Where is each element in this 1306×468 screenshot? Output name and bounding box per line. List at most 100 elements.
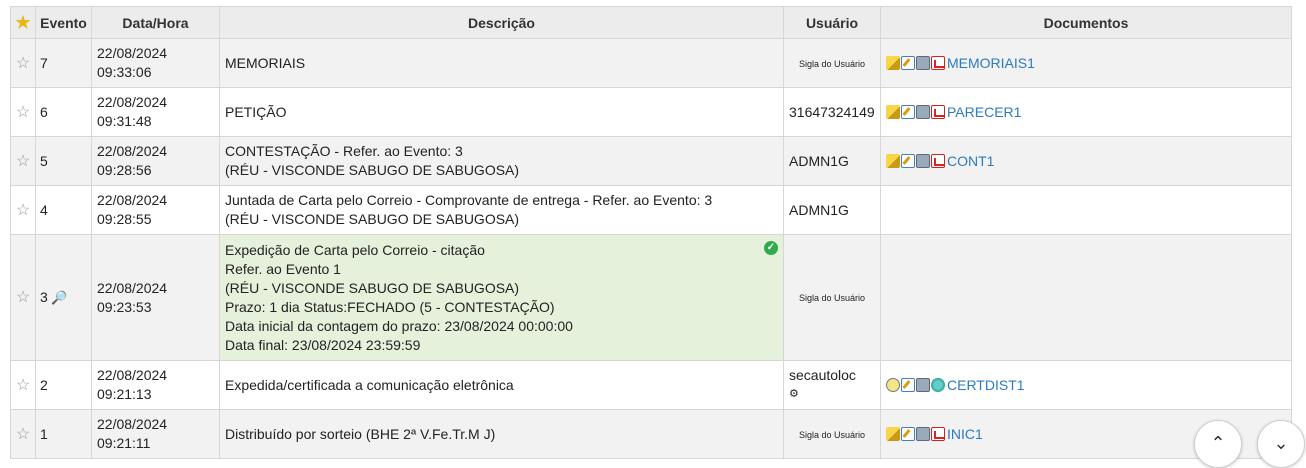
star-icon[interactable]: ★ [15, 13, 30, 32]
usuario-value: Sigla do Usuário [798, 429, 866, 440]
document-link[interactable]: PARECER1 [947, 104, 1021, 120]
print-icon[interactable] [916, 104, 930, 119]
description-line: (RÉU - VISCONDE SABUGO DE SABUGOSA) [225, 279, 520, 296]
cell-evento: 2 [35, 360, 92, 410]
evento-number: 3 [40, 289, 48, 305]
document-link[interactable]: MEMORIAIS1 [947, 55, 1035, 71]
magnifier-icon[interactable]: 🔎 [48, 290, 67, 305]
events-table: ★ Evento Data/Hora Descrição Usuário Doc… [10, 6, 1292, 459]
cell-descricao: Expedição de Carta pelo Correio - citaçã… [219, 234, 784, 361]
check-circle-icon: ✓ [764, 241, 778, 255]
document-link[interactable]: CERTDIST1 [947, 377, 1025, 393]
bubble-icon[interactable] [886, 377, 900, 392]
event-date: 22/08/2024 [97, 279, 168, 296]
table-row: ☆ 2 22/08/2024 09:21:13 Expedida/certificada… [10, 360, 1292, 410]
event-time: 09:28:56 [97, 162, 152, 178]
evento-number: 4 [40, 201, 48, 218]
usuario-value: Sigla do Usuário [798, 293, 866, 303]
event-date: 22/08/2024 [97, 94, 168, 110]
row-star-cell: ☆ [10, 409, 36, 459]
evento-number: 2 [40, 376, 48, 393]
cell-datahora: 22/08/2024 09:31:48 [91, 87, 220, 137]
cell-usuario: Sigla do Usuário [783, 409, 881, 459]
edit-icon[interactable] [901, 153, 915, 168]
pencil-icon[interactable] [886, 426, 900, 441]
star-outline-icon[interactable]: ☆ [16, 202, 30, 219]
cell-evento: 7 [35, 38, 92, 88]
cell-datahora: 22/08/2024 09:33:06 [91, 38, 220, 88]
usuario-value: 31647324149 [789, 103, 875, 120]
pencil-icon[interactable] [886, 104, 900, 119]
row-star-cell: ☆ [10, 87, 36, 137]
row-star-cell: ☆ [10, 234, 36, 361]
cell-evento: 6 [35, 87, 92, 137]
star-outline-icon[interactable]: ☆ [16, 55, 30, 72]
star-outline-icon[interactable]: ☆ [16, 289, 30, 306]
pdf-icon[interactable] [931, 104, 945, 119]
evento-number: 5 [40, 152, 48, 169]
table-row: ☆ 7 22/08/2024 09:33:06 MEMORIAIS Sigla do Us… [10, 38, 1292, 88]
table-header: ★ Evento Data/Hora Descrição Usuário Doc… [10, 6, 1292, 39]
evento-number: 7 [40, 54, 48, 71]
cell-usuario: secautoloc ⚙ [783, 360, 881, 410]
header-evento[interactable]: Evento [35, 6, 92, 39]
pdf-icon[interactable] [931, 153, 945, 168]
header-descricao[interactable]: Descrição [219, 6, 784, 39]
usuario-value: Sigla do Usuário [798, 58, 866, 69]
cell-usuario: Sigla do Usuário [783, 38, 881, 88]
print-icon[interactable] [916, 377, 930, 392]
header-documentos[interactable]: Documentos [880, 6, 1292, 39]
cell-descricao: MEMORIAIS [219, 38, 784, 88]
table-row: ☆ 4 22/08/2024 09:28:55 Juntada de Carta pel… [10, 185, 1292, 235]
pencil-icon[interactable] [886, 153, 900, 168]
header-datahora[interactable]: Data/Hora [91, 6, 220, 39]
cell-documentos: CONT1 [880, 136, 1292, 186]
pdf-icon[interactable] [931, 426, 945, 441]
print-icon[interactable] [916, 55, 930, 70]
usuario-value: ADMN1G [789, 201, 849, 218]
star-outline-icon[interactable]: ☆ [16, 426, 30, 443]
cell-documentos [880, 185, 1292, 235]
star-outline-icon[interactable]: ☆ [16, 377, 30, 394]
cell-datahora: 22/08/2024 09:28:56 [91, 136, 220, 186]
edit-icon[interactable] [901, 104, 915, 119]
cell-documentos: MEMORIAIS1 [880, 38, 1292, 88]
header-usuario[interactable]: Usuário [783, 6, 881, 39]
cell-usuario: Sigla do Usuário [783, 234, 881, 361]
print-icon[interactable] [916, 426, 930, 441]
description-line: Data inicial da contagem do prazo: 23/08… [225, 317, 573, 334]
scroll-down-button[interactable]: ⌄ [1257, 420, 1305, 468]
row-star-cell: ☆ [10, 360, 36, 410]
event-time: 09:21:13 [97, 386, 152, 402]
event-time: 09:31:48 [97, 113, 152, 129]
event-date: 22/08/2024 [97, 416, 168, 432]
print-icon[interactable] [916, 153, 930, 168]
cell-descricao: CONTESTAÇÃO - Refer. ao Evento: 3 (RÉU - … [219, 136, 784, 186]
document-link[interactable]: CONT1 [947, 153, 994, 169]
star-header[interactable]: ★ [10, 6, 36, 39]
evento-number: 6 [40, 103, 48, 120]
description-line: CONTESTAÇÃO - Refer. ao Evento: 3 [225, 143, 463, 159]
event-time: 09:28:55 [97, 211, 152, 227]
cell-datahora: 22/08/2024 09:28:55 [91, 185, 220, 235]
cell-descricao: Juntada de Carta pelo Correio - Comprova… [219, 185, 784, 235]
usuario-value: ADMN1G [789, 152, 849, 169]
cell-evento: 5 [35, 136, 92, 186]
document-link[interactable]: INIC1 [947, 426, 983, 442]
edit-icon[interactable] [901, 426, 915, 441]
edit-icon[interactable] [901, 55, 915, 70]
edit-icon[interactable] [901, 377, 915, 392]
table-row: ☆ 6 22/08/2024 09:31:48 PETIÇÃO 31647324149 PA… [10, 87, 1292, 137]
star-outline-icon[interactable]: ☆ [16, 104, 30, 121]
event-time: 09:33:06 [97, 64, 152, 80]
scroll-up-button[interactable]: ⌃ [1194, 420, 1242, 468]
description-line: MEMORIAIS [225, 54, 306, 71]
globe-icon[interactable] [931, 377, 945, 392]
row-star-cell: ☆ [10, 38, 36, 88]
description-line: Prazo: 1 dia Status:FECHADO (5 - CONTEST… [225, 298, 555, 315]
description-line: Refer. ao Evento 1 [225, 260, 341, 277]
pencil-icon[interactable] [886, 55, 900, 70]
pdf-icon[interactable] [931, 55, 945, 70]
description-line: Juntada de Carta pelo Correio - Comprova… [225, 192, 713, 208]
star-outline-icon[interactable]: ☆ [16, 153, 30, 170]
